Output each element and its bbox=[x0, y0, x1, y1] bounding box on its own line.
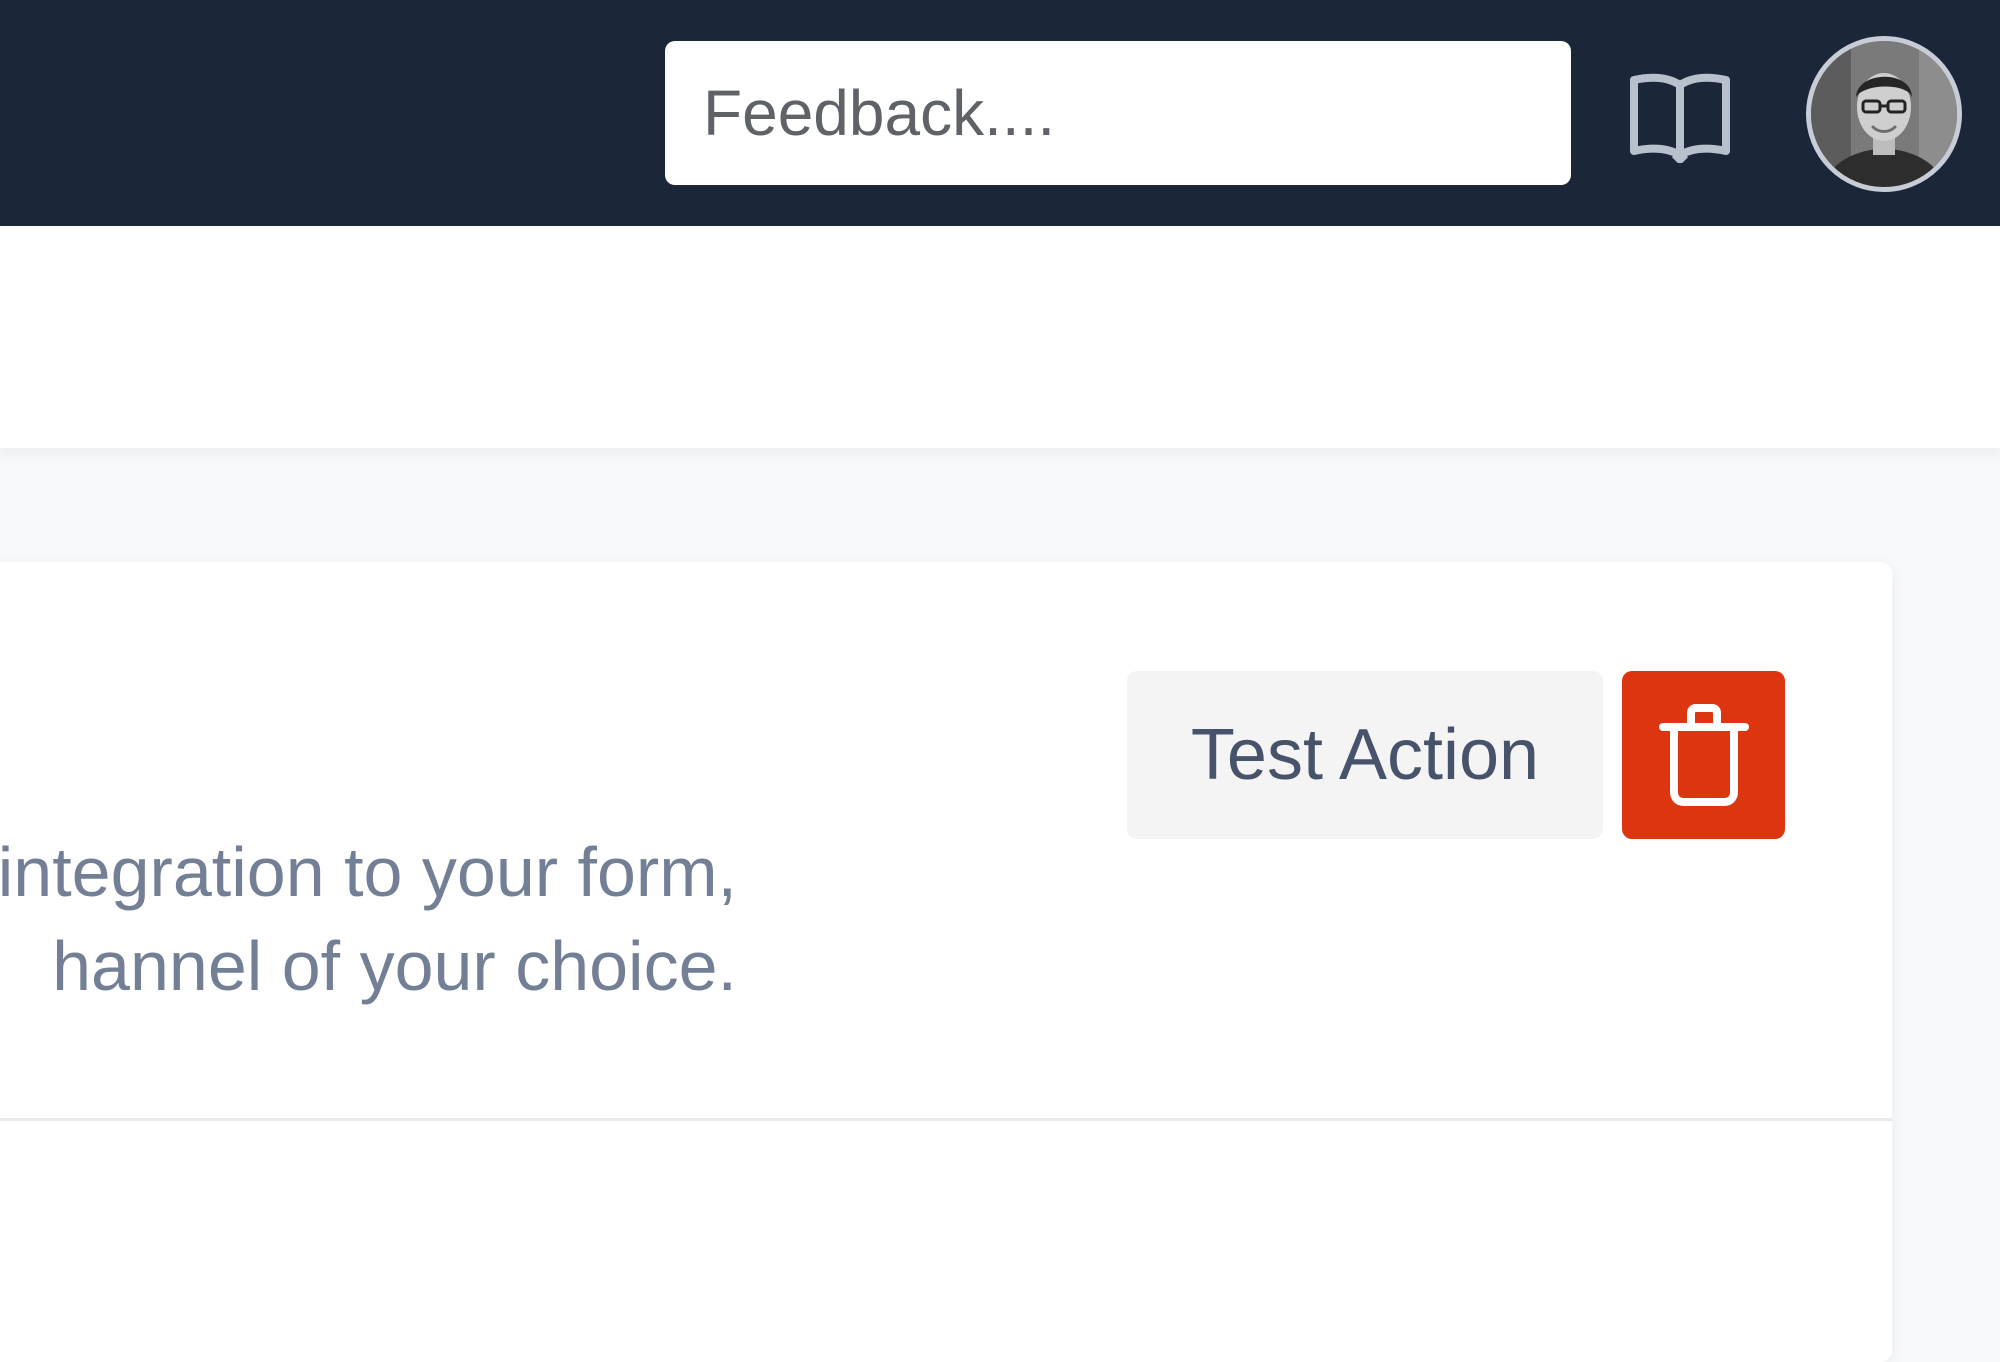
user-avatar[interactable] bbox=[1806, 36, 1962, 192]
trash-icon bbox=[1658, 704, 1749, 806]
docs-button[interactable] bbox=[1620, 62, 1740, 172]
top-navigation-bar bbox=[0, 0, 2000, 226]
description-line-1: integration to your form, bbox=[0, 833, 737, 911]
delete-button[interactable] bbox=[1622, 671, 1785, 839]
description-line-2: hannel of your choice. bbox=[52, 927, 737, 1005]
avatar-photo bbox=[1811, 41, 1957, 187]
integration-description: integration to your form, hannel of your … bbox=[0, 825, 737, 1013]
book-open-icon bbox=[1630, 73, 1730, 163]
test-action-button[interactable]: Test Action bbox=[1127, 671, 1603, 839]
feedback-input[interactable] bbox=[665, 41, 1571, 185]
integration-card: integration to your form, hannel of your … bbox=[0, 562, 1892, 1362]
page-subheader bbox=[0, 226, 2000, 448]
card-divider bbox=[0, 1118, 1892, 1121]
